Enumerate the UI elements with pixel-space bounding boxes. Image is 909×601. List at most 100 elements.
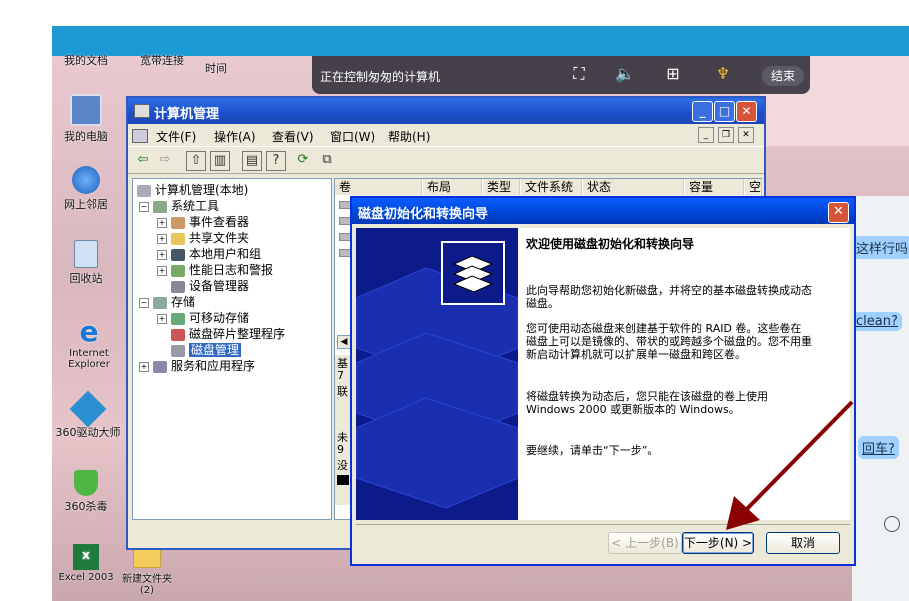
desktop-icon-label: 宽带连接 [140,54,184,67]
back-icon[interactable]: ⇦ [134,151,152,169]
tools-icon[interactable]: ♆ [712,64,734,84]
minimize-button[interactable]: _ [692,101,713,122]
expand-icon[interactable]: + [157,249,167,260]
desktop-icon-label: 网上邻居 [64,198,108,211]
forward-icon[interactable]: ⇨ [156,151,174,169]
expand-icon[interactable]: + [139,361,149,372]
360-driver-icon [69,390,107,428]
wizard-paragraph: 此向导帮助您初始化新磁盘，并将空的基本磁盘转换成动态磁盘。 [526,284,812,310]
desktop-icon-label: 回收站 [69,272,103,285]
column-header-filesystem[interactable]: 文件系统 [521,179,582,195]
desktop-icon-new-folder[interactable]: 新建文件夹 (2) [114,544,180,596]
menu-view[interactable]: 查看(V) [272,128,314,145]
tree-node-perf-logs[interactable]: + 性能日志和警报 [157,261,273,278]
disk-fragment: 没 [337,459,348,472]
expand-icon[interactable]: + [157,217,167,228]
desktop-icon-my-computer[interactable]: 我的电脑 [58,94,114,144]
tree-node-root[interactable]: 计算机管理(本地) [137,181,248,198]
menu-help[interactable]: 帮助(H) [388,128,430,145]
disk-label-column: 基 7 联 未 9 没 [335,355,351,505]
disk-fragment: 7 [337,369,344,382]
expand-icon[interactable]: + [157,313,167,324]
desktop-icon-recycle-bin[interactable]: 回收站 [58,240,114,286]
menu-action[interactable]: 操作(A) [214,128,256,145]
perf-logs-icon [171,264,185,277]
tree-node-shared-folders[interactable]: + 共享文件夹 [157,229,249,246]
shared-folder-icon [171,232,185,245]
remote-status-text: 正在控制匆匆的计算机 [320,70,441,84]
event-viewer-icon [171,216,185,229]
scroll-left-icon[interactable]: ◀ [337,335,351,349]
column-header-capacity[interactable]: 容量 [685,179,744,195]
speaker-icon[interactable]: 🔈 [614,64,636,84]
tree-node-removable-storage[interactable]: + 可移动存储 [157,309,249,326]
wizard-heading: 欢迎使用磁盘初始化和转换向导 [526,237,695,251]
column-header-free[interactable]: 空 [745,179,762,195]
tree-node-local-users[interactable]: + 本地用户和组 [157,245,261,262]
storage-icon [153,296,167,309]
device-manager-icon [171,280,185,293]
desktop-icon-label: 时间 [205,62,227,75]
end-session-button[interactable]: 结束 [762,66,804,86]
desktop-icon-label: 360驱动大师 [55,426,121,439]
desktop-icon-excel[interactable]: X Excel 2003 [54,544,118,583]
tree-node-storage[interactable]: − 存储 [139,293,195,310]
computer-icon [70,94,102,126]
close-button[interactable]: ✕ [736,101,757,122]
window-title-bar[interactable]: 计算机管理 _ □ ✕ [128,98,764,124]
expand-icon[interactable]: + [157,233,167,244]
close-button[interactable]: ✕ [828,202,849,223]
expand-icon[interactable]: + [157,265,167,276]
show-tree-icon[interactable]: ▥ [210,151,230,171]
maximize-button[interactable]: □ [714,101,735,122]
tree-node-disk-management[interactable]: 磁盘管理 [171,341,242,358]
menu-window[interactable]: 窗口(W) [330,128,375,145]
help-icon[interactable]: ? [266,151,286,171]
desktop-icon-time[interactable]: 时间 [196,60,236,76]
column-header-status[interactable]: 状态 [583,179,684,195]
desktop-icon-label: 360杀毒 [64,500,108,513]
desktop-icon-broadband[interactable]: 宽带连接 [130,52,194,68]
desktop-icon-label: 我的文档 [64,54,108,67]
desktop-icon-360-antivirus[interactable]: 360杀毒 [58,470,114,514]
desktop-icon-label: 新建文件夹 (2) [122,574,172,596]
menu-file[interactable]: 文件(F) [156,128,196,145]
tree-node-event-viewer[interactable]: + 事件查看器 [157,213,249,230]
tree-node-defrag[interactable]: 磁盘碎片整理程序 [171,325,285,342]
recycle-bin-icon [74,240,98,268]
properties-icon[interactable]: ▤ [242,151,262,171]
tree-node-device-manager[interactable]: 设备管理器 [171,277,249,294]
clock-icon [884,516,900,532]
internet-explorer-icon: e [79,315,99,348]
inner-restore-button[interactable]: ❐ [718,127,734,143]
fullscreen-icon[interactable]: ⛶ [568,64,590,84]
desktop-icon-360-driver[interactable]: 360驱动大师 [52,390,124,440]
back-button[interactable]: < 上一步(B) [608,532,682,554]
unallocated-legend-swatch [337,475,349,485]
users-icon [171,248,185,261]
column-header-type[interactable]: 类型 [483,179,520,195]
ctrl-alt-del-icon[interactable]: ⊞ [662,64,684,84]
chat-bubble: clean? [852,312,902,331]
desktop-icon-network[interactable]: 网上邻居 [58,166,114,212]
services-icon [153,360,167,373]
inner-minimize-button[interactable]: _ [698,127,714,143]
refresh-icon[interactable]: ⟳ [294,151,312,169]
desktop-icon-ie[interactable]: e Internet Explorer [58,315,120,371]
export-icon[interactable]: ⧉ [318,151,336,169]
disk-fragment: 9 [337,443,344,456]
up-folder-icon[interactable]: ⇧ [186,151,206,171]
remote-control-bar: 正在控制匆匆的计算机 ⛶ 🔈 ⊞ ♆ 结束 [312,56,810,94]
column-header-volume[interactable]: 卷 [335,179,422,195]
inner-close-button[interactable]: ✕ [738,127,754,143]
computer-icon [137,184,151,197]
collapse-icon[interactable]: − [139,297,149,308]
disk-icon [442,242,504,304]
collapse-icon[interactable]: − [139,201,149,212]
tree-node-services[interactable]: + 服务和应用程序 [139,357,255,374]
tree-node-system-tools[interactable]: − 系统工具 [139,197,219,214]
desktop-icon-label: Internet Explorer [68,348,110,370]
desktop-icon-my-documents[interactable]: 我的文档 [56,52,116,68]
dialog-title-bar[interactable]: 磁盘初始化和转换向导 ✕ [352,198,854,224]
column-header-layout[interactable]: 布局 [423,179,482,195]
